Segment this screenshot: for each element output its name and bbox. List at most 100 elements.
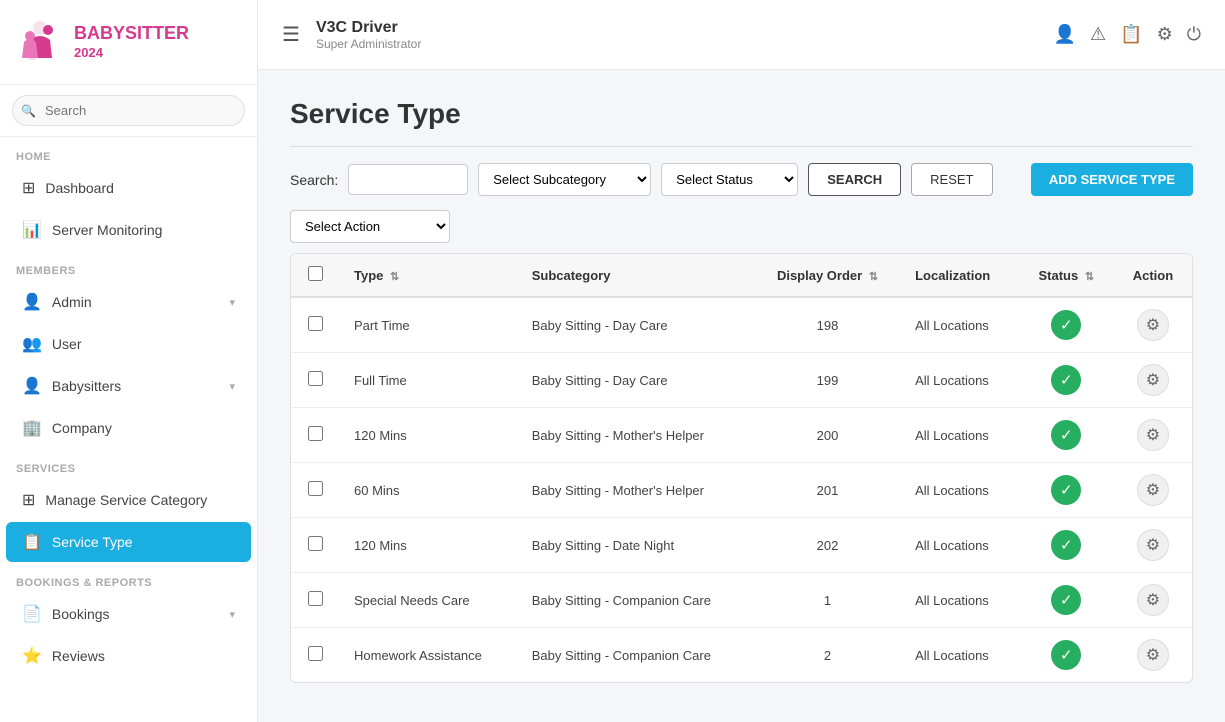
header: ☰ V3C Driver Super Administrator 👤 ⚠ 📋 ⚙…: [258, 0, 1225, 70]
status-active-icon[interactable]: ✓: [1051, 475, 1081, 505]
status-active-icon[interactable]: ✓: [1051, 585, 1081, 615]
header-title-group: V3C Driver Super Administrator: [316, 18, 421, 51]
row-checkbox[interactable]: [308, 316, 323, 331]
status-sort-icon: ⇅: [1085, 271, 1094, 283]
sidebar-item-label: Admin: [52, 294, 220, 310]
row-action-cell: ⚙: [1114, 408, 1192, 463]
power-icon[interactable]: ⏻: [1187, 24, 1201, 45]
sidebar-item-label: Dashboard: [45, 180, 235, 196]
table-row: 120 Mins Baby Sitting - Mother's Helper …: [291, 408, 1192, 463]
page-title: Service Type: [290, 98, 1193, 147]
action-gear-button[interactable]: ⚙: [1137, 529, 1169, 561]
sidebar-item-manage-service-category[interactable]: ⊞ Manage Service Category: [6, 480, 251, 520]
col-action: Action: [1114, 254, 1192, 297]
sidebar-item-user[interactable]: 👥 User: [6, 324, 251, 364]
col-subcategory: Subcategory: [518, 254, 754, 297]
row-status-cell: ✓: [1019, 353, 1114, 408]
section-services: SERVICES: [0, 449, 257, 479]
action-select[interactable]: Select Action: [290, 210, 450, 243]
status-active-icon[interactable]: ✓: [1051, 310, 1081, 340]
row-subcategory: Baby Sitting - Date Night: [518, 518, 754, 573]
sidebar-item-company[interactable]: 🏢 Company: [6, 408, 251, 448]
action-gear-button[interactable]: ⚙: [1137, 364, 1169, 396]
company-icon: 🏢: [22, 418, 42, 438]
row-subcategory: Baby Sitting - Companion Care: [518, 573, 754, 628]
row-type: Special Needs Care: [340, 573, 518, 628]
sidebar-item-dashboard[interactable]: ⊞ Dashboard: [6, 168, 251, 208]
user-profile-icon[interactable]: 👤: [1054, 24, 1076, 45]
row-checkbox[interactable]: [308, 481, 323, 496]
menu-button[interactable]: ☰: [282, 22, 300, 47]
table-row: 60 Mins Baby Sitting - Mother's Helper 2…: [291, 463, 1192, 518]
status-active-icon[interactable]: ✓: [1051, 530, 1081, 560]
status-active-icon[interactable]: ✓: [1051, 365, 1081, 395]
admin-icon: 👤: [22, 292, 42, 312]
row-action-cell: ⚙: [1114, 628, 1192, 683]
row-type: Part Time: [340, 297, 518, 353]
action-gear-button[interactable]: ⚙: [1137, 419, 1169, 451]
search-label: Search:: [290, 172, 338, 188]
col-status[interactable]: Status ⇅: [1019, 254, 1114, 297]
alert-icon[interactable]: ⚠: [1090, 24, 1106, 45]
table-row: Homework Assistance Baby Sitting - Compa…: [291, 628, 1192, 683]
select-all-checkbox[interactable]: [308, 266, 323, 281]
section-members: MEMBERS: [0, 251, 257, 281]
section-home: HOME: [0, 137, 257, 167]
search-button[interactable]: SEARCH: [808, 163, 901, 196]
row-checkbox[interactable]: [308, 426, 323, 441]
status-active-icon[interactable]: ✓: [1051, 420, 1081, 450]
sidebar-item-reviews[interactable]: ⭐ Reviews: [6, 636, 251, 676]
row-display-order: 201: [754, 463, 901, 518]
add-service-type-button[interactable]: ADD SERVICE TYPE: [1031, 163, 1193, 196]
action-gear-button[interactable]: ⚙: [1137, 584, 1169, 616]
row-checkbox[interactable]: [308, 646, 323, 661]
subcategory-select[interactable]: Select Subcategory: [478, 163, 651, 196]
col-subcategory-label: Subcategory: [532, 268, 611, 283]
col-localization-label: Localization: [915, 268, 990, 283]
row-checkbox-cell: [291, 573, 340, 628]
gear-icon[interactable]: ⚙: [1157, 24, 1173, 45]
type-sort-icon: ⇅: [390, 271, 399, 283]
table-body: Part Time Baby Sitting - Day Care 198 Al…: [291, 297, 1192, 682]
action-gear-button[interactable]: ⚙: [1137, 639, 1169, 671]
sidebar-item-service-type[interactable]: 📋 Service Type: [6, 522, 251, 562]
chevron-down-icon: ▾: [229, 608, 235, 621]
row-subcategory: Baby Sitting - Mother's Helper: [518, 463, 754, 518]
col-checkbox: [291, 254, 340, 297]
row-type: Full Time: [340, 353, 518, 408]
table-row: Part Time Baby Sitting - Day Care 198 Al…: [291, 297, 1192, 353]
sidebar-item-bookings[interactable]: 📄 Bookings ▾: [6, 594, 251, 634]
row-action-cell: ⚙: [1114, 297, 1192, 353]
dashboard-icon: ⊞: [22, 178, 35, 198]
search-text-input[interactable]: [348, 164, 468, 195]
sidebar-item-babysitters[interactable]: 👤 Babysitters ▾: [6, 366, 251, 406]
status-select[interactable]: Select Status: [661, 163, 798, 196]
search-input[interactable]: [12, 95, 245, 126]
section-bookings-reports: BOOKINGS & REPORTS: [0, 563, 257, 593]
row-subcategory: Baby Sitting - Companion Care: [518, 628, 754, 683]
main-area: ☰ V3C Driver Super Administrator 👤 ⚠ 📋 ⚙…: [258, 0, 1225, 722]
col-type[interactable]: Type ⇅: [340, 254, 518, 297]
action-gear-button[interactable]: ⚙: [1137, 474, 1169, 506]
action-gear-button[interactable]: ⚙: [1137, 309, 1169, 341]
header-title: V3C Driver: [316, 18, 421, 37]
row-checkbox[interactable]: [308, 591, 323, 606]
row-checkbox[interactable]: [308, 536, 323, 551]
sidebar-item-admin[interactable]: 👤 Admin ▾: [6, 282, 251, 322]
bookings-icon: 📄: [22, 604, 42, 624]
chevron-down-icon: ▾: [229, 380, 235, 393]
header-left: ☰ V3C Driver Super Administrator: [282, 18, 421, 51]
row-checkbox[interactable]: [308, 371, 323, 386]
col-localization: Localization: [901, 254, 1019, 297]
service-type-icon: 📋: [22, 532, 42, 552]
row-subcategory: Baby Sitting - Mother's Helper: [518, 408, 754, 463]
row-localization: All Locations: [901, 353, 1019, 408]
row-checkbox-cell: [291, 518, 340, 573]
reset-button[interactable]: RESET: [911, 163, 992, 196]
status-active-icon[interactable]: ✓: [1051, 640, 1081, 670]
logo-text: BABYSITTER 2024: [74, 23, 189, 60]
sidebar-item-server-monitoring[interactable]: 📊 Server Monitoring: [6, 210, 251, 250]
row-type: Homework Assistance: [340, 628, 518, 683]
clipboard-icon[interactable]: 📋: [1120, 24, 1142, 45]
col-display-order[interactable]: Display Order ⇅: [754, 254, 901, 297]
